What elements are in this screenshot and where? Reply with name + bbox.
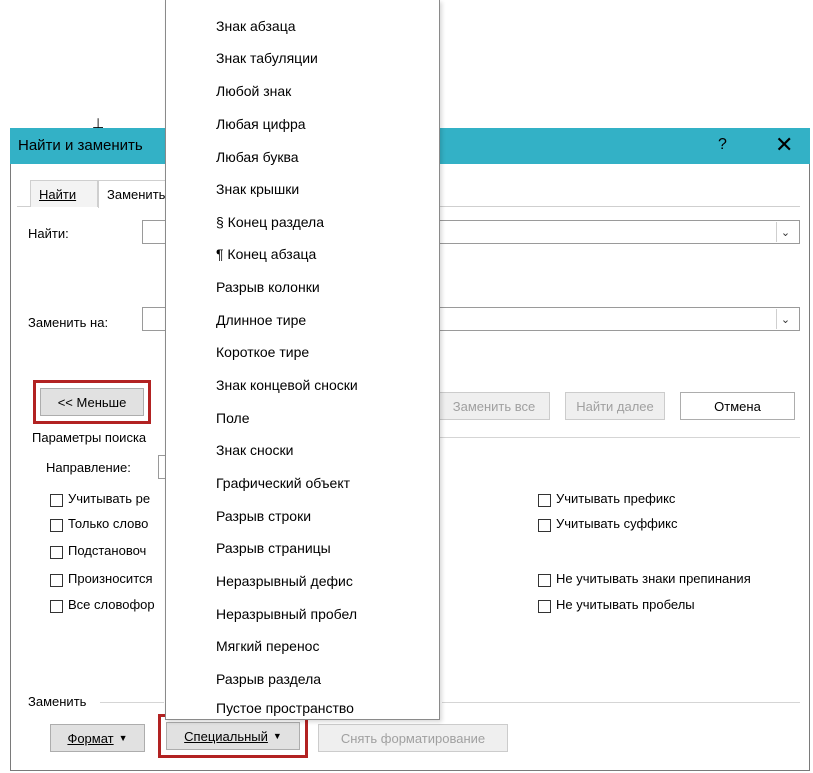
menu-item-white-space[interactable]: Пустое пространство: [216, 700, 354, 716]
less-button[interactable]: << Меньше: [40, 388, 144, 416]
menu-item-any-digit[interactable]: Любая цифра: [216, 116, 306, 132]
wildcards-checkbox[interactable]: [50, 546, 63, 559]
all-word-forms-label: Все словофор: [68, 597, 155, 612]
chevron-down-icon: ▼: [272, 731, 282, 741]
cancel-button[interactable]: Отмена: [680, 392, 795, 420]
menu-item-any-character[interactable]: Любой знак: [216, 83, 291, 99]
clear-formatting-button[interactable]: Снять форматирование: [318, 724, 508, 752]
match-case-label: Учитывать ре: [68, 491, 151, 506]
match-case-checkbox[interactable]: [50, 494, 63, 507]
search-options-label: Параметры поиска: [32, 430, 147, 445]
menu-item-page-break[interactable]: Разрыв страницы: [216, 540, 331, 556]
whole-word-checkbox[interactable]: [50, 519, 63, 532]
menu-item-any-letter[interactable]: Любая буква: [216, 149, 299, 165]
replace-group-label: Заменить: [28, 694, 87, 709]
chevron-down-icon: ▼: [118, 733, 128, 743]
menu-item-endnote-mark[interactable]: Знак концевой сноски: [216, 377, 358, 393]
menu-item-paragraph-end[interactable]: ¶ Конец абзаца: [216, 246, 316, 262]
replace-group-divider-right: [442, 702, 800, 703]
ignore-whitespace-label: Не учитывать пробелы: [556, 597, 695, 612]
menu-item-section-break[interactable]: Разрыв раздела: [216, 671, 321, 687]
sounds-like-label: Произносится: [68, 571, 153, 586]
ignore-punctuation-label: Не учитывать знаки препинания: [556, 571, 751, 586]
match-prefix-checkbox[interactable]: [538, 494, 551, 507]
search-options-divider: [440, 437, 800, 438]
replace-dropdown-icon[interactable]: ⌄: [776, 309, 794, 329]
ignore-whitespace-checkbox[interactable]: [538, 600, 551, 613]
menu-item-caret-character[interactable]: Знак крышки: [216, 181, 299, 197]
find-next-button[interactable]: Найти далее: [565, 392, 665, 420]
all-word-forms-checkbox[interactable]: [50, 600, 63, 613]
find-dropdown-icon[interactable]: ⌄: [776, 222, 794, 242]
menu-item-section-break-mark[interactable]: § Конец раздела: [216, 214, 324, 230]
close-icon[interactable]: ✕: [775, 132, 793, 158]
match-suffix-label: Учитывать суффикс: [556, 516, 678, 531]
menu-item-en-dash[interactable]: Короткое тире: [216, 344, 309, 360]
menu-item-graphic[interactable]: Графический объект: [216, 475, 350, 491]
tab-find[interactable]: Найти: [30, 180, 98, 207]
special-button[interactable]: Специальный ▼: [166, 722, 300, 750]
menu-item-field[interactable]: Поле: [216, 410, 250, 426]
whole-word-label: Только слово: [68, 516, 149, 531]
replace-label: Заменить на:: [28, 315, 109, 330]
help-button[interactable]: ?: [718, 136, 727, 154]
menu-item-tab-character[interactable]: Знак табуляции: [216, 50, 318, 66]
menu-item-paragraph-mark[interactable]: Знак абзаца: [216, 18, 296, 34]
find-label: Найти:: [28, 226, 69, 241]
sounds-like-checkbox[interactable]: [50, 574, 63, 587]
replace-group-divider-left: [100, 702, 164, 703]
menu-item-footnote-mark[interactable]: Знак сноски: [216, 442, 293, 458]
menu-item-nonbreaking-space[interactable]: Неразрывный пробел: [216, 606, 357, 622]
direction-label: Направление:: [46, 460, 131, 475]
match-prefix-label: Учитывать префикс: [556, 491, 676, 506]
menu-item-column-break[interactable]: Разрыв колонки: [216, 279, 320, 295]
ignore-punctuation-checkbox[interactable]: [538, 574, 551, 587]
menu-item-optional-hyphen[interactable]: Мягкий перенос: [216, 638, 319, 654]
menu-item-em-dash[interactable]: Длинное тире: [216, 312, 306, 328]
format-button[interactable]: Формат ▼: [50, 724, 145, 752]
dialog-title: Найти и заменить: [18, 137, 143, 154]
special-menu: Знак абзаца Знак табуляции Любой знак Лю…: [165, 0, 440, 720]
menu-item-line-break[interactable]: Разрыв строки: [216, 508, 311, 524]
menu-item-nonbreaking-hyphen[interactable]: Неразрывный дефис: [216, 573, 353, 589]
match-suffix-checkbox[interactable]: [538, 519, 551, 532]
replace-all-button[interactable]: Заменить все: [438, 392, 550, 420]
wildcards-label: Подстановоч: [68, 543, 147, 558]
